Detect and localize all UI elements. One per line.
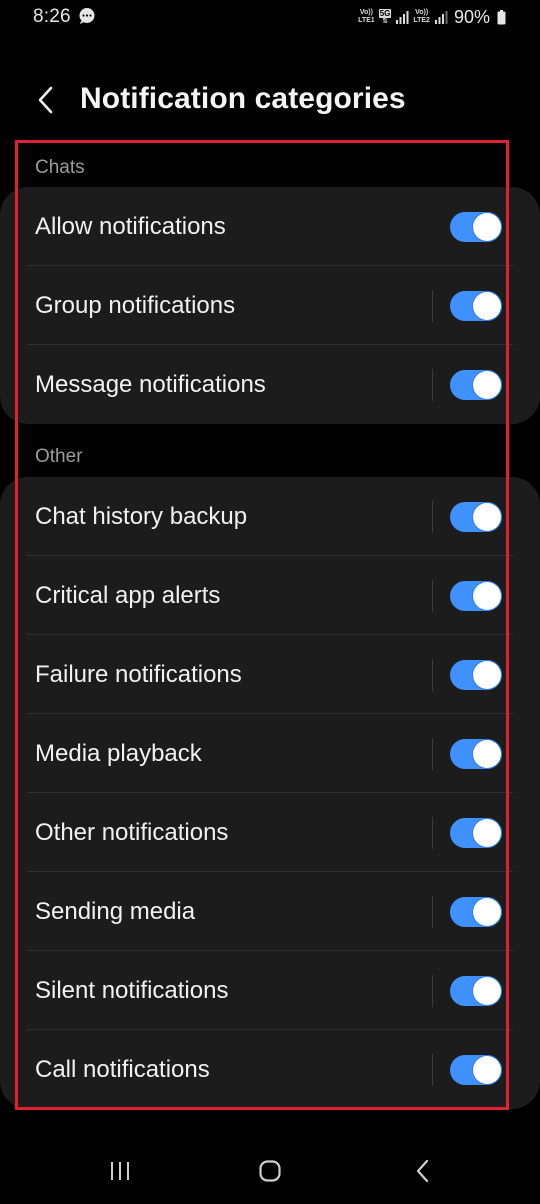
chevron-left-icon: [38, 86, 53, 114]
signal-icon: [434, 11, 448, 24]
sim1-volte-label: Vo)): [359, 9, 373, 16]
navigation-bar: [0, 1140, 540, 1204]
setting-label: Silent notifications: [35, 977, 229, 1004]
toggle-knob: [473, 819, 501, 847]
sim1-indicator: Vo)) LTE1: [358, 9, 375, 25]
toggle-knob: [473, 977, 501, 1005]
setting-label: Media playback: [35, 740, 202, 767]
setting-label: Sending media: [35, 898, 196, 925]
vertical-divider: [432, 896, 433, 928]
vertical-divider: [432, 580, 433, 612]
toggle-knob: [473, 740, 501, 768]
setting-label: Call notifications: [35, 1056, 210, 1083]
vertical-divider: [432, 1054, 433, 1086]
setting-row-silent-notifications[interactable]: Silent notifications: [0, 951, 540, 1030]
signal-icon: [396, 11, 409, 24]
chat-history-backup-toggle[interactable]: [450, 502, 502, 532]
other-notifications-toggle[interactable]: [450, 818, 502, 848]
vertical-divider: [432, 738, 433, 770]
setting-row-message-notifications[interactable]: Message notifications: [0, 345, 540, 424]
media-playback-toggle[interactable]: [450, 739, 502, 769]
home-button[interactable]: [250, 1156, 290, 1186]
nav-back-button[interactable]: [403, 1156, 443, 1186]
toggle-knob: [473, 661, 501, 689]
setting-label: Group notifications: [35, 292, 236, 319]
vertical-divider: [432, 975, 433, 1007]
silent-notifications-toggle[interactable]: [450, 976, 502, 1006]
nav-back-icon: [416, 1159, 429, 1183]
vertical-divider: [432, 501, 433, 533]
toggle-knob: [473, 582, 501, 610]
setting-label: Allow notifications: [35, 213, 226, 240]
toggle-knob: [473, 213, 501, 241]
setting-row-call-notifications[interactable]: Call notifications: [0, 1030, 540, 1109]
call-notifications-toggle[interactable]: [450, 1055, 502, 1085]
allow-notifications-toggle[interactable]: [450, 212, 502, 242]
setting-row-chat-history-backup[interactable]: Chat history backup: [0, 477, 540, 556]
battery-icon: [497, 9, 506, 24]
sim2-lte-label: LTE2: [413, 17, 430, 24]
critical-app-alerts-toggle[interactable]: [450, 581, 502, 611]
setting-label: Critical app alerts: [35, 582, 221, 609]
vertical-divider: [432, 290, 433, 322]
sim1-lte-label: LTE1: [358, 17, 375, 24]
home-icon: [259, 1160, 281, 1182]
chat-bubble-icon: [79, 8, 95, 24]
status-bar: 8:26 Vo)) LTE1 5G ⇅ Vo)) LTE2 90%: [0, 0, 540, 34]
toggle-knob: [473, 1056, 501, 1084]
recents-button[interactable]: [100, 1156, 140, 1186]
toggle-knob: [473, 371, 501, 399]
network-5g-indicator: 5G ⇅: [378, 8, 392, 25]
setting-label: Chat history backup: [35, 503, 248, 530]
sim2-volte-label: Vo)): [415, 9, 429, 16]
toggle-knob: [473, 898, 501, 926]
setting-label: Message notifications: [35, 371, 266, 398]
setting-row-media-playback[interactable]: Media playback: [0, 714, 540, 793]
setting-row-allow-notifications[interactable]: Allow notifications: [0, 187, 540, 266]
sim2-indicator: Vo)) LTE2: [413, 9, 430, 25]
vertical-divider: [432, 817, 433, 849]
group-notifications-toggle[interactable]: [450, 291, 502, 321]
badge-5g: 5G: [378, 8, 392, 18]
settings-group-chats: Allow notifications Group notifications …: [0, 187, 540, 424]
toggle-knob: [473, 503, 501, 531]
message-notifications-toggle[interactable]: [450, 370, 502, 400]
setting-row-other-notifications[interactable]: Other notifications: [0, 793, 540, 872]
setting-label: Other notifications: [35, 819, 229, 846]
section-header-other: Other: [35, 446, 83, 467]
sending-media-toggle[interactable]: [450, 897, 502, 927]
back-button[interactable]: [26, 80, 66, 120]
section-header-chats: Chats: [35, 157, 85, 178]
toggle-knob: [473, 292, 501, 320]
setting-label: Failure notifications: [35, 661, 242, 688]
status-time: 8:26: [33, 6, 71, 27]
status-icons: Vo)) LTE1 5G ⇅ Vo)) LTE2 90%: [358, 6, 506, 28]
failure-notifications-toggle[interactable]: [450, 660, 502, 690]
page-title: Notification categories: [80, 82, 406, 115]
setting-row-critical-app-alerts[interactable]: Critical app alerts: [0, 556, 540, 635]
vertical-divider: [432, 369, 433, 401]
battery-percentage: 90%: [453, 6, 490, 27]
setting-row-group-notifications[interactable]: Group notifications: [0, 266, 540, 345]
vertical-divider: [432, 659, 433, 691]
recents-icon: [111, 1162, 129, 1180]
settings-group-other: Chat history backup Critical app alerts …: [0, 477, 540, 1109]
setting-row-failure-notifications[interactable]: Failure notifications: [0, 635, 540, 714]
setting-row-sending-media[interactable]: Sending media: [0, 872, 540, 951]
